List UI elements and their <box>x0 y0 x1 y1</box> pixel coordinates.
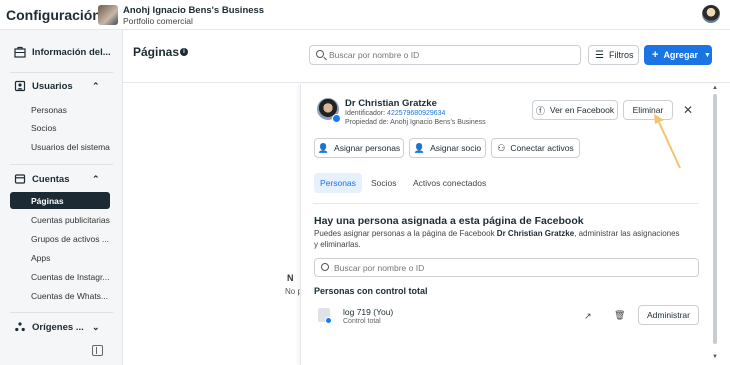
filters-label: Filtros <box>608 50 634 60</box>
person-name: log 719 (You) <box>343 307 394 317</box>
business-avatar[interactable] <box>98 5 118 25</box>
plus-icon: + <box>652 49 659 61</box>
sidebar-item-business-info[interactable]: Información del... <box>14 46 111 58</box>
scroll-down-icon[interactable]: ▼ <box>712 354 718 360</box>
assign-partner-button[interactable]: 👤 Asignar socio <box>409 138 486 158</box>
tab-connected-assets[interactable]: Activos conectados <box>407 173 492 193</box>
sidebar-item-personas[interactable]: Personas <box>31 105 67 115</box>
sidebar-item-label: Información del... <box>32 46 111 58</box>
facebook-badge-icon <box>325 317 332 324</box>
desc-page-name: Dr Christian Gratzke <box>496 229 575 238</box>
sidebar-section-accounts[interactable]: Cuentas ⌃ <box>14 173 100 185</box>
divider <box>10 164 113 165</box>
scroll-thumb[interactable] <box>713 94 717 344</box>
divider <box>10 72 113 73</box>
view-on-facebook-button[interactable]: ⓕ Ver en Facebook <box>532 100 618 120</box>
desc-text: Puedes asignar personas a la página de F… <box>314 229 497 238</box>
people-search-input[interactable] <box>334 261 684 274</box>
search-icon <box>321 263 329 271</box>
assign-partner-label: Asignar socio <box>430 143 482 153</box>
sidebar: Información del... Usuarios ⌃ Personas S… <box>0 30 123 365</box>
assignment-description: Puedes asignar personas a la página de F… <box>314 228 684 250</box>
annotation-arrow-icon <box>654 114 681 169</box>
sidebar-item-asset-groups[interactable]: Grupos de activos ... <box>31 234 109 244</box>
scroll-up-icon[interactable]: ▲ <box>712 85 718 91</box>
connect-assets-button[interactable]: ⚇ Conectar activos <box>491 138 580 158</box>
view-on-facebook-label: Ver en Facebook <box>549 105 615 115</box>
divider <box>10 312 113 313</box>
content-header: Páginas i ☰ Filtros + Agregar ▼ <box>123 30 730 83</box>
sidebar-item-socios[interactable]: Socios <box>31 123 57 133</box>
sidebar-item-system-users[interactable]: Usuarios del sistema <box>31 142 110 152</box>
sidebar-section-label: Usuarios <box>32 80 73 92</box>
sidebar-section-label: Orígenes ... <box>32 321 84 333</box>
info-icon[interactable]: i <box>180 48 188 56</box>
page-name: Dr Christian Gratzke <box>345 98 437 109</box>
facebook-badge-icon <box>332 114 341 123</box>
search-box[interactable] <box>309 45 581 65</box>
manage-button[interactable]: Administrar <box>638 305 699 325</box>
chevron-down-icon[interactable]: ⌄ <box>92 322 100 333</box>
full-control-section-label: Personas con control total <box>314 286 428 296</box>
business-name[interactable]: Anohj Ignacio Bens's Business <box>123 5 264 16</box>
page-title: Páginas <box>133 45 180 59</box>
external-link-icon[interactable]: ↗ <box>584 311 592 322</box>
connect-icon: ⚇ <box>497 142 506 153</box>
origins-icon <box>15 322 25 332</box>
sidebar-item-ad-accounts[interactable]: Cuentas publicitarias <box>31 215 110 225</box>
sidebar-item-paginas[interactable]: Páginas <box>10 192 110 209</box>
add-button[interactable]: + Agregar ▼ <box>644 45 712 65</box>
add-label: Agregar <box>663 50 698 60</box>
connect-assets-label: Conectar activos <box>510 143 574 153</box>
sidebar-section-label: Cuentas <box>32 173 70 185</box>
person-icon: 👤 <box>317 142 330 153</box>
filters-button[interactable]: ☰ Filtros <box>588 45 639 65</box>
divider <box>313 203 698 204</box>
page-owner: Propiedad de: Anohj Ignacio Bens's Busin… <box>345 119 486 126</box>
users-icon <box>14 80 26 92</box>
chevron-up-icon[interactable]: ⌃ <box>92 81 100 92</box>
assign-people-button[interactable]: 👤 Asignar personas <box>314 138 404 158</box>
app-title: Configuración <box>6 7 101 23</box>
trash-icon[interactable]: 🗑 <box>614 310 625 321</box>
page-id: Identificador: 422579680929634 <box>345 110 445 117</box>
accounts-icon <box>14 174 26 184</box>
empty-state-title: N <box>287 273 294 283</box>
business-icon <box>14 46 26 58</box>
page-id-label: Identificador: <box>345 110 386 117</box>
assign-people-label: Asignar personas <box>334 143 401 153</box>
assignment-title: Hay una persona asignada a esta página d… <box>314 215 584 227</box>
person-role: Control total <box>343 318 381 325</box>
sidebar-section-users[interactable]: Usuarios ⌃ <box>14 80 100 92</box>
tab-socios[interactable]: Socios <box>365 173 403 193</box>
search-icon <box>316 50 324 58</box>
filter-icon: ☰ <box>595 49 604 61</box>
caret-down-icon: ▼ <box>703 51 711 59</box>
user-avatar[interactable] <box>702 5 720 23</box>
business-subtitle: Portfolio comercial <box>123 16 193 26</box>
page-id-value[interactable]: 422579680929634 <box>387 110 445 117</box>
collapse-sidebar-icon[interactable] <box>92 345 103 356</box>
chevron-up-icon[interactable]: ⌃ <box>92 174 100 185</box>
sidebar-item-whatsapp[interactable]: Cuentas de Whats... <box>31 291 108 301</box>
partner-icon: 👤 <box>413 142 426 153</box>
tab-personas[interactable]: Personas <box>314 173 362 193</box>
people-search-box[interactable] <box>314 258 699 277</box>
sidebar-section-origins[interactable]: Orígenes ... ⌄ <box>14 321 100 333</box>
sidebar-item-apps[interactable]: Apps <box>31 253 50 263</box>
search-input[interactable] <box>329 48 569 62</box>
top-bar: Configuración Anohj Ignacio Bens's Busin… <box>0 0 730 30</box>
panel-scrollbar[interactable]: ▲ ▼ <box>711 84 719 365</box>
facebook-icon: ⓕ <box>535 105 545 116</box>
sidebar-item-instagram[interactable]: Cuentas de Instagr... <box>31 272 109 282</box>
